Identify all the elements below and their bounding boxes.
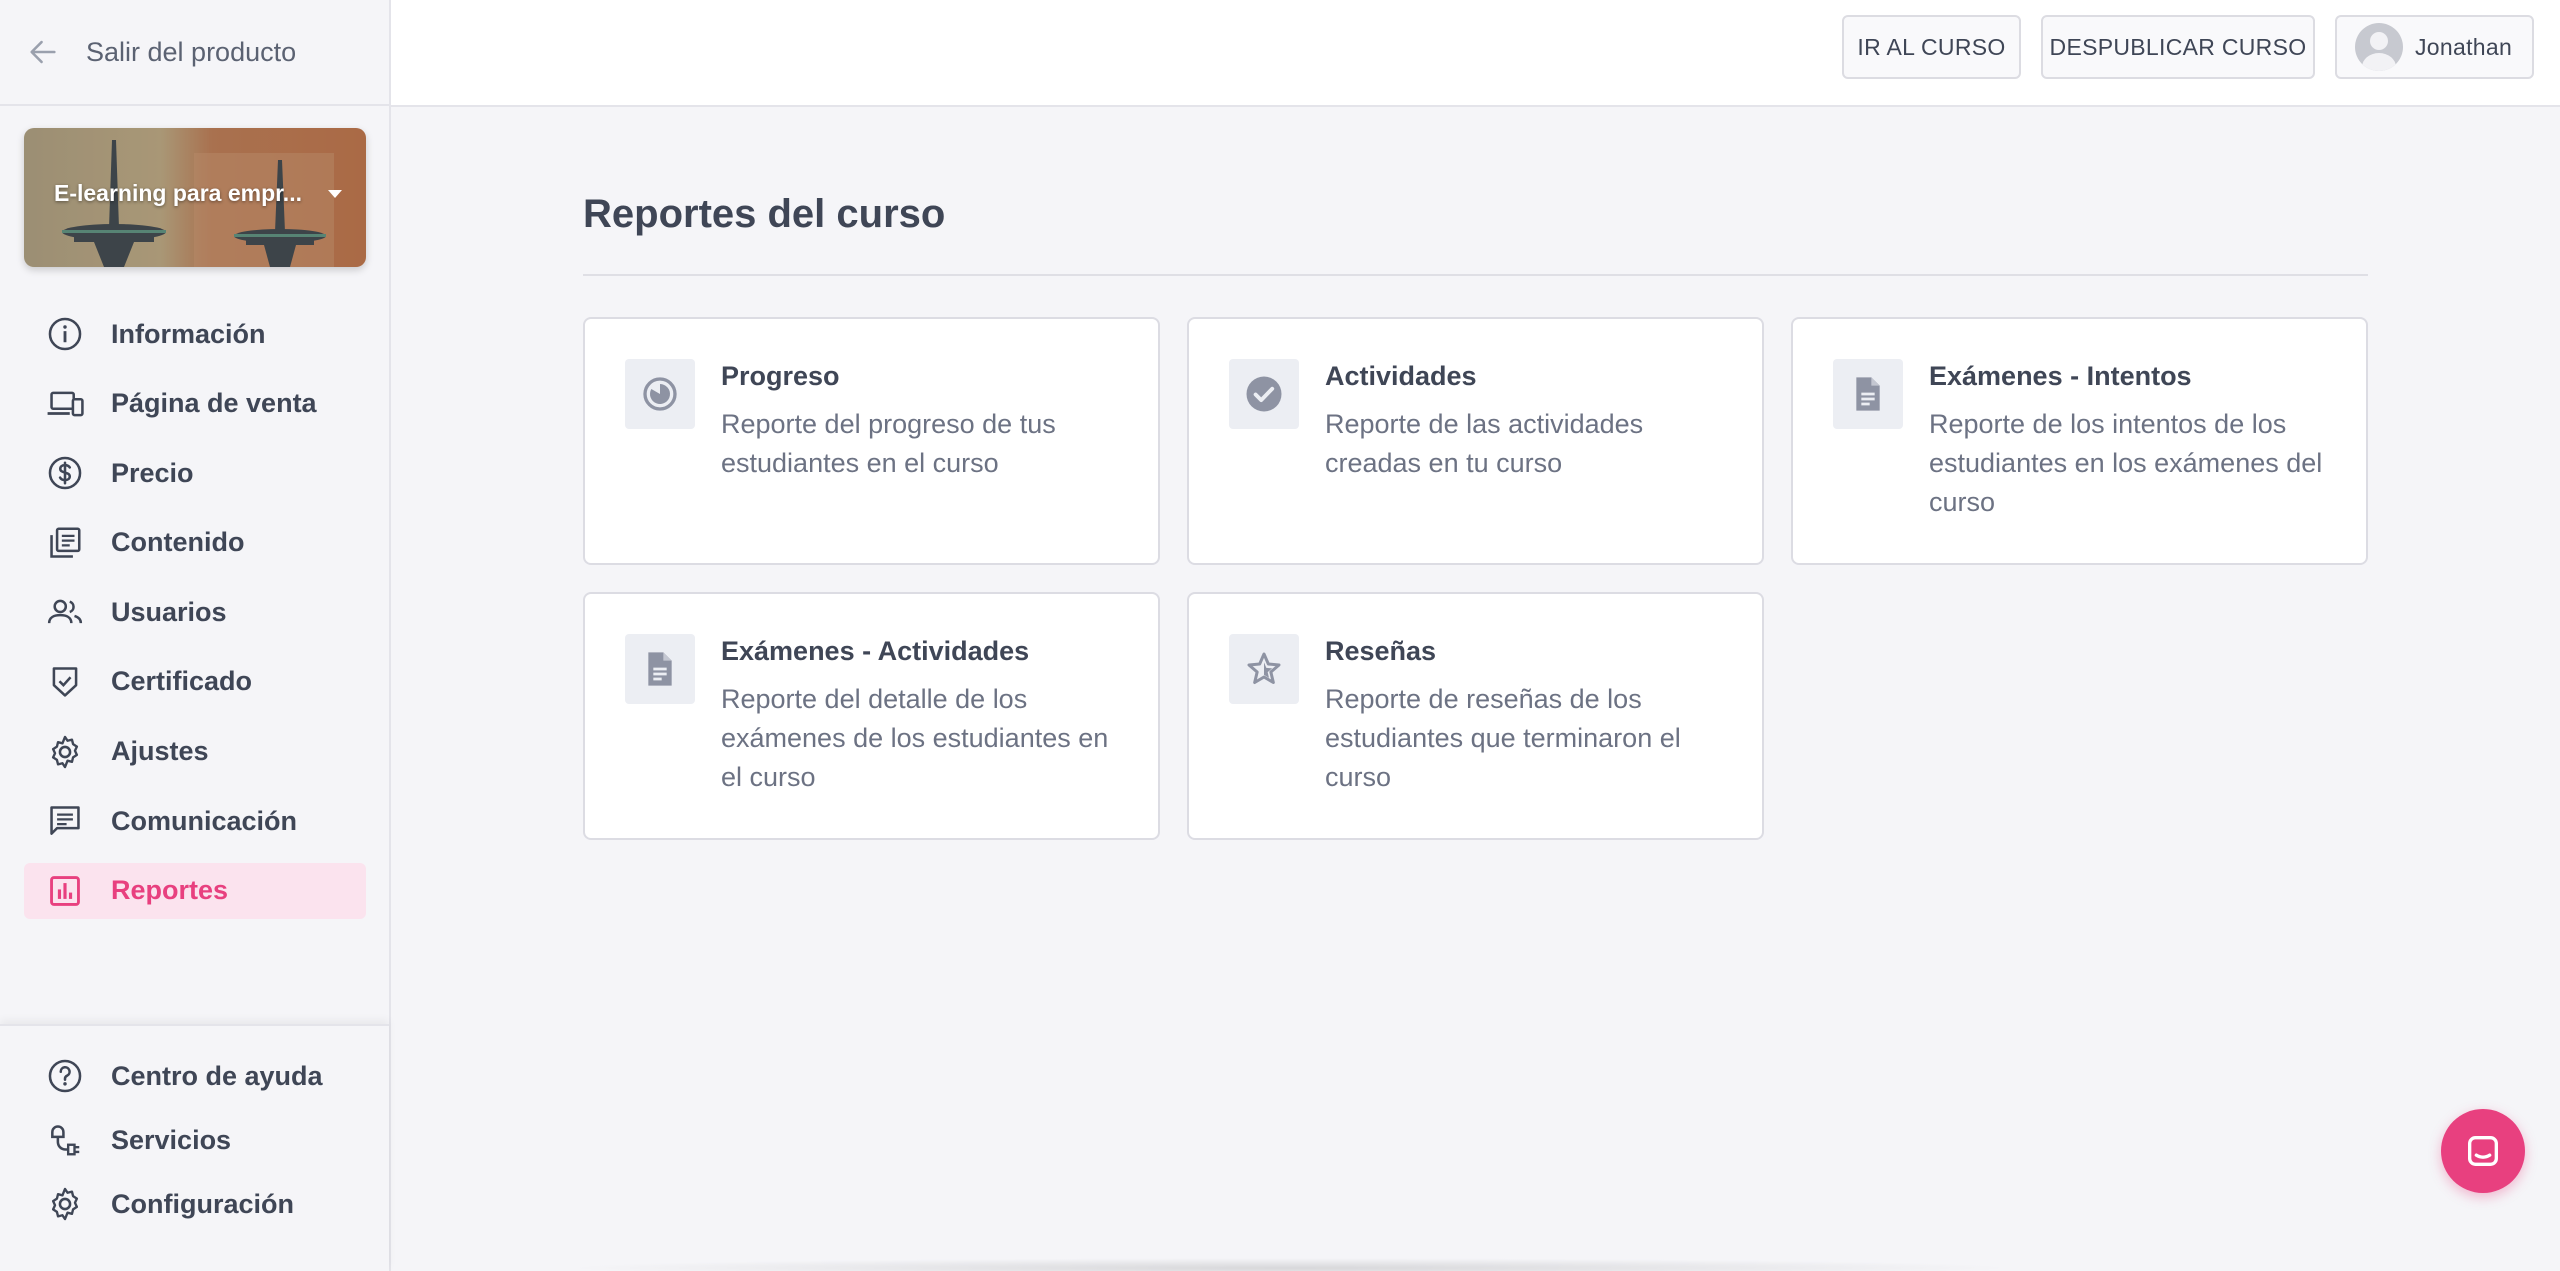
document-icon [1833, 359, 1903, 429]
course-title: E-learning para empr... [54, 180, 302, 206]
report-card-actividades[interactable]: Actividades Reporte de las actividades c… [1187, 317, 1764, 565]
arrow-left-icon [30, 40, 56, 64]
check-circle-icon [1229, 359, 1299, 429]
sidebar-item-comunicacion[interactable]: Comunicación [24, 793, 366, 849]
support-chat-button[interactable] [2441, 1109, 2525, 1193]
progress-pie-icon [625, 359, 695, 429]
report-card-examenes-intentos[interactable]: Exámenes - Intentos Reporte de los inten… [1791, 317, 2368, 565]
sidebar-item-ajustes[interactable]: Ajustes [24, 724, 366, 780]
help-icon [48, 1059, 82, 1093]
title-divider [583, 274, 2368, 276]
sidebar-item-label: Servicios [111, 1124, 232, 1155]
gear-icon [51, 1187, 79, 1221]
sidebar-item-servicios[interactable]: Servicios [24, 1112, 366, 1168]
bar-chart-icon [50, 875, 80, 906]
sidebar-footer: Centro de ayuda Servicios Configuración [0, 1024, 389, 1271]
sidebar-item-label: Página de venta [111, 388, 317, 419]
sidebar-item-pagina-de-venta[interactable]: Página de venta [24, 376, 366, 432]
report-card-title: Actividades [1325, 361, 1477, 391]
chat-icon [50, 806, 80, 836]
sidebar-item-usuarios[interactable]: Usuarios [24, 584, 366, 640]
sidebar-item-label: Precio [111, 457, 194, 488]
info-icon [48, 317, 82, 351]
dollar-icon [48, 456, 82, 490]
sidebar-item-configuracion[interactable]: Configuración [24, 1176, 366, 1232]
bottom-scroll-shadow [560, 1258, 2020, 1271]
sidebar-item-label: Reportes [111, 875, 229, 906]
user-menu-button[interactable]: Jonathan [2335, 15, 2534, 79]
sidebar-item-label: Centro de ayuda [111, 1060, 323, 1091]
sidebar-item-label: Usuarios [111, 596, 227, 627]
course-selector[interactable]: E-learning para empr... [24, 128, 366, 267]
sidebar-nav: Información Página de venta Precio Conte… [24, 306, 366, 932]
sidebar-item-label: Comunicación [111, 805, 298, 836]
users-icon [47, 600, 83, 624]
sidebar-item-precio[interactable]: Precio [24, 445, 366, 501]
shield-check-icon [52, 667, 78, 697]
report-card-title: Reseñas [1325, 636, 1437, 666]
chevron-down-icon [328, 190, 342, 198]
report-card-description: Reporte de los intentos de los estudiant… [1929, 409, 2323, 517]
sidebar-item-label: Contenido [111, 527, 245, 558]
user-name: Jonathan [2415, 33, 2513, 60]
sidebar-footer-nav: Centro de ayuda Servicios Configuración [24, 1048, 366, 1240]
report-card-description: Reporte de las actividades creadas en tu… [1325, 409, 1644, 478]
report-card-progreso[interactable]: Progreso Reporte del progreso de tus est… [583, 317, 1160, 565]
report-card-description: Reporte del detalle de los exámenes de l… [721, 684, 1109, 792]
sidebar-item-informacion[interactable]: Información [24, 306, 366, 362]
report-card-resenas[interactable]: Reseñas Reporte de reseñas de los estudi… [1187, 592, 1764, 840]
go-to-course-button[interactable]: IR AL CURSO [1842, 15, 2021, 79]
star-icon [1229, 634, 1299, 704]
plug-icon [51, 1125, 80, 1156]
document-icon [625, 634, 695, 704]
report-card-examenes-actividades[interactable]: Exámenes - Actividades Reporte del detal… [583, 592, 1160, 840]
report-card-title: Progreso [721, 361, 840, 391]
unpublish-course-button[interactable]: DESPUBLICAR CURSO [2041, 15, 2315, 79]
devices-icon [47, 391, 84, 416]
report-card-title: Exámenes - Actividades [721, 636, 1030, 666]
top-bar: IR AL CURSO DESPUBLICAR CURSO Jonathan [391, 0, 2560, 107]
sidebar: Salir del producto E-learning para empr.… [0, 0, 391, 1271]
chat-bubble-icon [2468, 1136, 2498, 1166]
sidebar-item-reportes[interactable]: Reportes [24, 862, 366, 919]
sidebar-item-label: Configuración [111, 1188, 294, 1219]
exit-product-label: Salir del producto [86, 36, 297, 67]
page-title: Reportes del curso [583, 192, 946, 236]
report-card-title: Exámenes - Intentos [1929, 361, 2192, 391]
sidebar-item-centro-de-ayuda[interactable]: Centro de ayuda [24, 1048, 366, 1104]
sidebar-item-contenido[interactable]: Contenido [24, 515, 366, 571]
report-card-description: Reporte del progreso de tus estudiantes … [721, 409, 1056, 478]
sidebar-item-label: Información [111, 318, 266, 349]
library-icon [50, 527, 81, 558]
report-card-description: Reporte de reseñas de los estudiantes qu… [1325, 684, 1681, 792]
sidebar-item-label: Ajustes [111, 736, 209, 767]
sidebar-item-certificado[interactable]: Certificado [24, 654, 366, 710]
gear-icon [51, 735, 79, 768]
sidebar-item-label: Certificado [111, 666, 253, 697]
exit-product-link[interactable]: Salir del producto [0, 0, 389, 106]
avatar [2355, 23, 2403, 71]
